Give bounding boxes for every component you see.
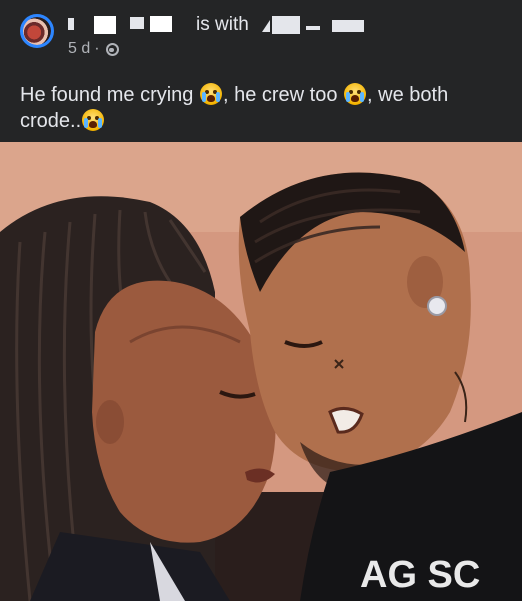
redaction-mark	[94, 16, 116, 34]
facebook-post: is with 5 d · He found me crying , he cr…	[0, 0, 522, 601]
post-header: is with 5 d ·	[0, 0, 522, 72]
redaction-mark	[150, 16, 172, 32]
with-label: is with	[196, 14, 249, 35]
tagged-name-redacted[interactable]	[258, 16, 378, 34]
post-caption: He found me crying , he crew too , we bo…	[20, 82, 510, 134]
post-meta: 5 d ·	[68, 40, 119, 58]
redaction-mark	[262, 20, 270, 32]
shirt-print: AG SC	[360, 554, 480, 596]
caption-text: He found me crying	[20, 84, 199, 106]
author-name-redacted[interactable]	[68, 16, 172, 34]
caption-text: , he crew too	[222, 84, 344, 106]
author-avatar[interactable]	[20, 14, 54, 48]
redaction-mark	[68, 18, 74, 30]
redaction-mark	[130, 17, 144, 29]
meta-separator: ·	[94, 40, 100, 57]
post-timestamp[interactable]: 5 d	[68, 40, 90, 58]
redaction-mark	[332, 20, 364, 32]
post-photo[interactable]: AG SC	[0, 142, 522, 601]
redaction-mark	[272, 16, 300, 34]
avatar-image	[23, 17, 51, 45]
crying-face-emoji-icon	[82, 109, 105, 131]
crying-face-emoji-icon	[344, 83, 367, 105]
redaction-mark	[306, 26, 320, 30]
crying-face-emoji-icon	[199, 83, 222, 105]
photo-illustration: AG SC	[0, 142, 522, 601]
globe-icon[interactable]	[105, 42, 119, 56]
